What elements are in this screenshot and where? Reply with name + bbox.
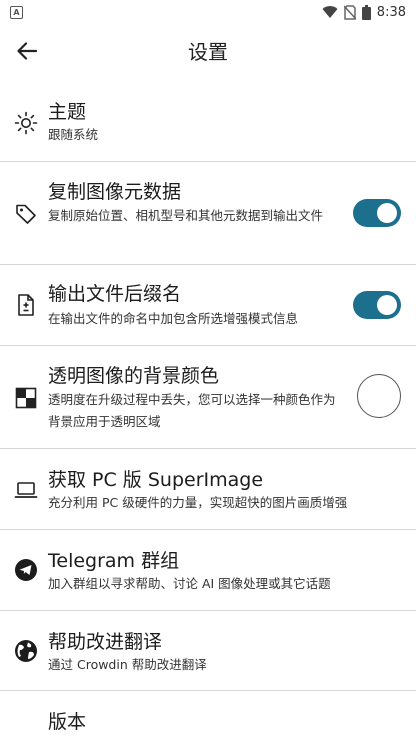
battery-icon	[361, 4, 371, 20]
setting-telegram-group[interactable]: Telegram 群组 加入群组以寻求帮助、讨论 AI 图像处理或其它话题	[0, 530, 416, 611]
setting-get-pc-version[interactable]: 获取 PC 版 SuperImage 充分利用 PC 级硬件的力量，实现超快的图…	[0, 449, 416, 530]
setting-theme[interactable]: 主题 跟随系统	[0, 78, 416, 162]
setting-title: 获取 PC 版 SuperImage	[48, 469, 264, 491]
setting-title: 主题	[48, 101, 87, 123]
setting-help-translate[interactable]: 帮助改进翻译 通过 Crowdin 帮助改进翻译	[0, 611, 416, 691]
setting-title: Telegram 群组	[48, 550, 180, 572]
wifi-icon	[322, 6, 338, 19]
setting-subtitle: 加入群组以寻求帮助、讨论 AI 图像处理或其它话题	[48, 576, 331, 591]
setting-subtitle: 跟随系统	[48, 127, 99, 142]
app-notification-icon: A	[10, 6, 23, 19]
setting-title: 输出文件后缀名	[48, 283, 182, 305]
output-suffix-toggle[interactable]	[353, 291, 401, 319]
sun-icon	[14, 111, 38, 135]
page-title: 设置	[188, 40, 228, 64]
tag-icon	[16, 204, 36, 224]
setting-copy-metadata[interactable]: 复制图像元数据 复制原始位置、相机型号和其他元数据到输出文件	[0, 162, 416, 265]
setting-transparent-bg-color[interactable]: 透明图像的背景颜色 透明度在升级过程中丢失，您可以选择一种颜色作为背景应用于透明…	[0, 346, 416, 449]
status-time: 8:38	[376, 4, 406, 20]
status-bar: A 8:38	[0, 0, 416, 24]
setting-subtitle: 充分利用 PC 级硬件的力量，实现超快的图片画质增强	[48, 495, 348, 510]
setting-subtitle: 透明度在升级过程中丢失，您可以选择一种颜色作为背景应用于透明区域	[48, 392, 336, 429]
setting-subtitle: 通过 Crowdin 帮助改进翻译	[48, 657, 207, 672]
setting-title: 透明图像的背景颜色	[48, 365, 220, 387]
app-bar: 设置	[0, 24, 416, 78]
setting-title: 复制图像元数据	[48, 181, 182, 203]
setting-title: 版本	[48, 711, 87, 733]
setting-title: 帮助改进翻译	[48, 631, 163, 653]
color-picker-swatch[interactable]	[357, 374, 401, 418]
setting-output-suffix[interactable]: 输出文件后缀名 在输出文件的命名中加包含所选增强模式信息	[0, 265, 416, 346]
setting-subtitle: 在输出文件的命名中加包含所选增强模式信息	[48, 311, 299, 326]
toggle-knob	[377, 295, 397, 315]
setting-subtitle: 复制原始位置、相机型号和其他元数据到输出文件	[48, 208, 324, 223]
checkerboard-icon	[15, 387, 37, 409]
laptop-icon	[14, 482, 38, 498]
no-sim-icon	[343, 4, 356, 20]
file-plus-minus-icon	[18, 294, 34, 316]
globe-icon	[15, 640, 37, 662]
copy-metadata-toggle[interactable]	[353, 199, 401, 227]
setting-version[interactable]: 版本	[0, 691, 416, 739]
status-icons: 8:38	[322, 3, 406, 21]
telegram-icon	[15, 559, 37, 581]
toggle-knob	[377, 203, 397, 223]
